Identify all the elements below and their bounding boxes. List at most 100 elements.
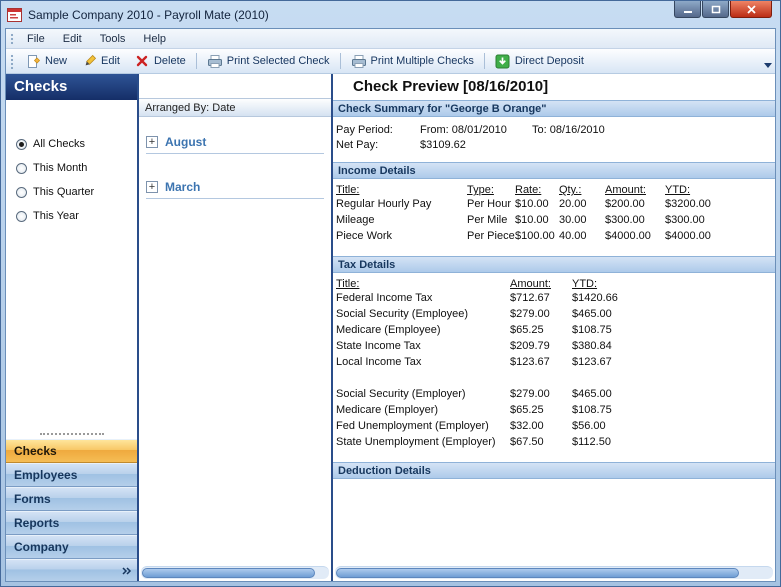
close-button[interactable]: [730, 1, 772, 18]
filter-this-year[interactable]: This Year: [6, 204, 137, 228]
app-window: Sample Company 2010 - Payroll Mate (2010…: [0, 0, 781, 587]
net-pay-row: Net Pay: $3109.62: [336, 138, 775, 153]
edit-label: Edit: [101, 55, 120, 67]
cell: $112.50: [572, 436, 611, 448]
nav-forms[interactable]: Forms: [6, 487, 137, 511]
radio-icon: [16, 186, 27, 198]
pay-period-label: Pay Period:: [336, 124, 393, 136]
cell: [510, 372, 572, 388]
column-header: Amount:: [605, 184, 646, 196]
filter-label: This Year: [33, 210, 79, 222]
cell: Local Income Tax: [336, 356, 422, 368]
cell: Fed Unemployment (Employer): [336, 420, 489, 432]
net-pay-label: Net Pay:: [336, 139, 379, 151]
pay-period-to: To: 08/16/2010: [532, 124, 605, 136]
direct-deposit-button[interactable]: Direct Deposit: [488, 52, 591, 71]
sidebar: Checks All Checks This Month This Quarte…: [6, 74, 137, 581]
minimize-button[interactable]: [674, 1, 701, 18]
delete-label: Delete: [153, 55, 186, 67]
preview-horizontal-scrollbar[interactable]: [335, 566, 773, 579]
scrollbar-thumb[interactable]: [336, 568, 739, 578]
tax-table: Title: Amount: YTD: Federal Income Tax $…: [333, 273, 775, 462]
cell: $67.50: [510, 436, 544, 448]
scrollbar-thumb[interactable]: [142, 568, 315, 578]
menu-tools[interactable]: Tools: [91, 31, 135, 47]
filter-all-checks[interactable]: All Checks: [6, 132, 137, 156]
group-label: August: [165, 135, 207, 149]
window-title: Sample Company 2010 - Payroll Mate (2010…: [28, 7, 269, 22]
nav-company[interactable]: Company: [6, 535, 137, 559]
cell: $465.00: [572, 308, 612, 320]
cell: $279.00: [510, 308, 550, 320]
cell: Piece Work: [336, 230, 393, 242]
cell: $279.00: [510, 388, 550, 400]
nav-employees[interactable]: Employees: [6, 463, 137, 487]
nav-configure-button[interactable]: [6, 559, 137, 581]
cell: 40.00: [559, 230, 587, 242]
cell: $56.00: [572, 420, 606, 432]
print-multiple-checks-label: Print Multiple Checks: [370, 55, 474, 67]
column-header: Title:: [336, 184, 360, 196]
expand-plus-icon[interactable]: +: [146, 136, 158, 148]
cell: Per Hour: [467, 198, 512, 210]
income-table: Title: Type: Rate: Qty.: Amount: YTD: Re…: [333, 179, 775, 256]
group-march[interactable]: + March: [146, 180, 324, 199]
edit-button[interactable]: Edit: [74, 52, 127, 71]
cell: $209.79: [510, 340, 550, 352]
summary-section-header: Check Summary for "George B Orange": [333, 100, 775, 117]
cell: Regular Hourly Pay: [336, 198, 432, 210]
menu-help[interactable]: Help: [134, 31, 175, 47]
cell: 30.00: [559, 214, 587, 226]
arranged-by-header[interactable]: Arranged By: Date: [139, 98, 331, 117]
new-button[interactable]: New: [18, 52, 74, 71]
filter-label: All Checks: [33, 138, 85, 150]
cell: $123.67: [510, 356, 550, 368]
group-august[interactable]: + August: [146, 135, 324, 154]
delete-button[interactable]: Delete: [127, 52, 193, 71]
window-body: File Edit Tools Help New Edit Delete Pri…: [5, 28, 776, 582]
cell: $200.00: [605, 198, 645, 210]
toolbar-separator: [339, 53, 341, 69]
column-header: Rate:: [515, 184, 542, 196]
cell: Per Piece: [467, 230, 515, 242]
menu-edit[interactable]: Edit: [54, 31, 91, 47]
menu-file[interactable]: File: [18, 31, 54, 47]
cell: Mileage: [336, 214, 375, 226]
cell: $10.00: [515, 198, 549, 210]
list-horizontal-scrollbar[interactable]: [141, 566, 329, 579]
toolbar-grip: [9, 52, 14, 70]
filter-this-quarter[interactable]: This Quarter: [6, 180, 137, 204]
filter-this-month[interactable]: This Month: [6, 156, 137, 180]
check-preview-panel: Check Preview [08/16/2010] Check Summary…: [333, 74, 775, 581]
cell: [336, 372, 510, 388]
print-selected-check-label: Print Selected Check: [226, 55, 330, 67]
cell: State Unemployment (Employer): [336, 436, 496, 448]
maximize-button[interactable]: [702, 1, 729, 18]
cell: Federal Income Tax: [336, 292, 433, 304]
deduction-section-header: Deduction Details: [333, 462, 775, 479]
toolbar-overflow-button[interactable]: [762, 60, 773, 71]
cell: $380.84: [572, 340, 612, 352]
cell: $4000.00: [605, 230, 651, 242]
nav-checks[interactable]: Checks: [6, 439, 137, 463]
window-controls: [673, 1, 772, 18]
column-header: Type:: [467, 184, 494, 196]
cell: $1420.66: [572, 292, 618, 304]
column-header: Title:: [336, 278, 360, 290]
print-selected-check-button[interactable]: Print Selected Check: [200, 52, 337, 71]
double-chevron-icon: [122, 566, 132, 575]
cell: [572, 372, 775, 388]
print-multiple-checks-button[interactable]: Print Multiple Checks: [344, 52, 481, 71]
radio-icon: [16, 162, 27, 174]
menu-bar: File Edit Tools Help: [6, 29, 775, 49]
expand-plus-icon[interactable]: +: [146, 181, 158, 193]
preview-title: Check Preview [08/16/2010]: [333, 74, 775, 100]
nav-reports[interactable]: Reports: [6, 511, 137, 535]
sidebar-splitter-handle[interactable]: [6, 429, 137, 439]
group-label: March: [165, 180, 201, 194]
printer-icon: [207, 54, 223, 69]
column-header: YTD:: [665, 184, 691, 196]
edit-icon: [81, 54, 97, 69]
printer-icon: [351, 54, 367, 69]
menu-grip: [9, 31, 14, 46]
